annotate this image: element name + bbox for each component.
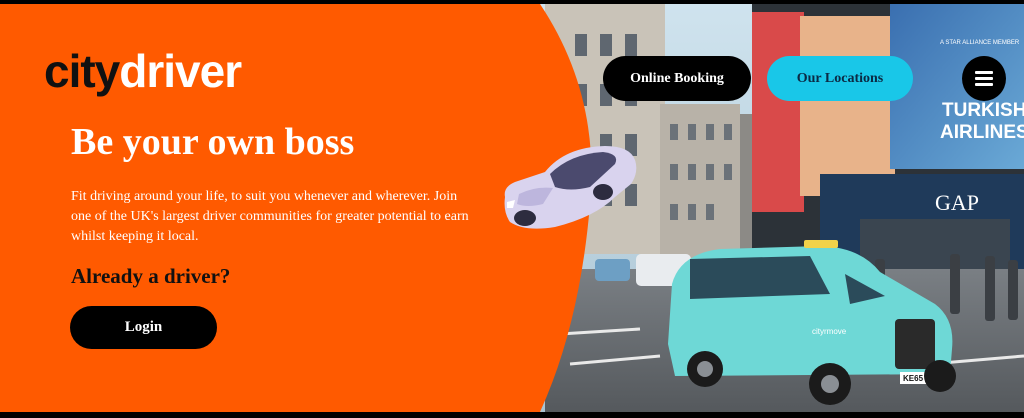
hamburger-menu-icon[interactable] bbox=[962, 56, 1006, 101]
logo-driver-text: driver bbox=[119, 45, 242, 97]
hero-description: Fit driving around your life, to suit yo… bbox=[71, 189, 469, 244]
car-illustration bbox=[504, 146, 637, 229]
our-locations-button[interactable]: Our Locations bbox=[767, 56, 913, 101]
menu-bar-top bbox=[975, 71, 993, 74]
hero-section: A STAR ALLIANCE MEMBER TURKISH AIRLINES … bbox=[0, 4, 1024, 412]
logo-city-text: city bbox=[44, 45, 120, 97]
login-button[interactable]: Login bbox=[70, 306, 217, 349]
hero-headline: Be your own boss bbox=[71, 121, 355, 163]
online-booking-button[interactable]: Online Booking bbox=[603, 56, 751, 101]
citydriver-logo[interactable]: citydriver bbox=[44, 45, 242, 97]
already-driver-heading: Already a driver? bbox=[71, 264, 231, 288]
menu-bar-middle bbox=[975, 77, 993, 80]
menu-bar-bottom bbox=[975, 83, 993, 86]
